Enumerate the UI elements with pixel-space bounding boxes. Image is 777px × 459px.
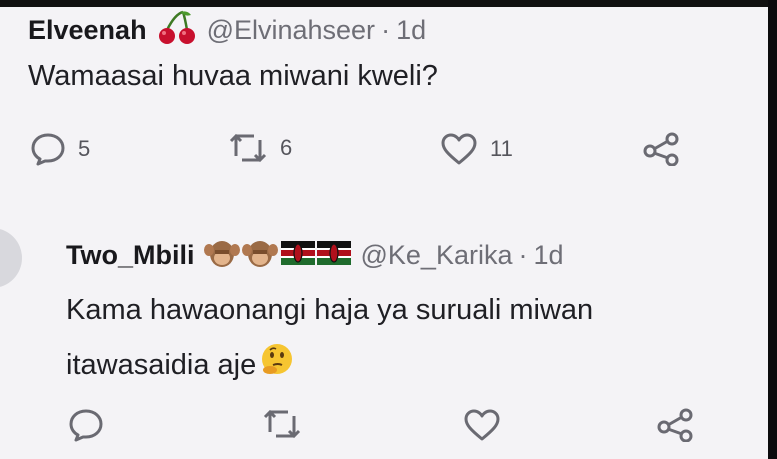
tweet-header: Elveenah @Elvinahseer · 1d [28, 10, 426, 51]
heart-icon [441, 133, 477, 165]
reply-icon [31, 133, 65, 166]
like-button[interactable]: 11 [440, 132, 513, 166]
share-button[interactable] [656, 408, 696, 442]
kenya-flag-icon [280, 241, 315, 270]
reply-count: 5 [78, 136, 91, 161]
retweet-button[interactable] [262, 408, 314, 440]
timestamp[interactable]: 1d [533, 240, 563, 271]
retweet-icon [229, 133, 267, 163]
tweet-header: Two_Mbili @Ke_Karika · 1d [66, 236, 564, 275]
retweet-count: 6 [280, 135, 293, 160]
timestamp[interactable]: 1d [396, 15, 426, 46]
tweet-elveenah[interactable]: Elveenah @Elvinahseer · 1d Wamaasai huva… [0, 0, 768, 196]
tweet-text: Wamaasai huvaa miwani kweli? [28, 60, 438, 92]
heart-icon [464, 409, 500, 441]
tweet-actions: 5 6 11 [0, 132, 768, 172]
monkey-icon [203, 236, 241, 275]
retweet-button[interactable]: 6 [228, 132, 292, 164]
tweet-text-line-1: Kama hawaonangi haja ya suruali miwan [66, 294, 594, 326]
tweet-two-mbili[interactable]: Two_Mbili @Ke_Karika · 1d Kama hawaonang… [0, 196, 768, 459]
separator: · [518, 240, 528, 270]
thinking-face-icon [260, 342, 294, 387]
right-edge [768, 0, 777, 459]
share-icon [657, 408, 693, 442]
like-button[interactable] [463, 408, 513, 442]
tweet-text-line-2-wrap: itawasaidia aje [66, 342, 294, 387]
tweet-text-line-2: itawasaidia aje [66, 348, 257, 381]
share-button[interactable] [642, 132, 682, 166]
tweet-actions [0, 408, 768, 448]
kenya-flag-icon [316, 241, 351, 270]
reply-button[interactable] [68, 408, 116, 442]
cherries-icon [157, 10, 197, 51]
user-handle[interactable]: @Ke_Karika [361, 240, 513, 271]
reply-icon [69, 409, 103, 442]
retweet-icon [263, 409, 301, 439]
display-name[interactable]: Two_Mbili [66, 240, 195, 271]
display-name[interactable]: Elveenah [28, 15, 147, 46]
user-handle[interactable]: @Elvinahseer [207, 15, 376, 46]
monkey-icon [241, 236, 279, 275]
share-icon [643, 132, 679, 166]
like-count: 11 [490, 136, 513, 161]
avatar[interactable] [0, 228, 22, 288]
separator: · [381, 15, 391, 45]
reply-button[interactable]: 5 [30, 132, 90, 166]
